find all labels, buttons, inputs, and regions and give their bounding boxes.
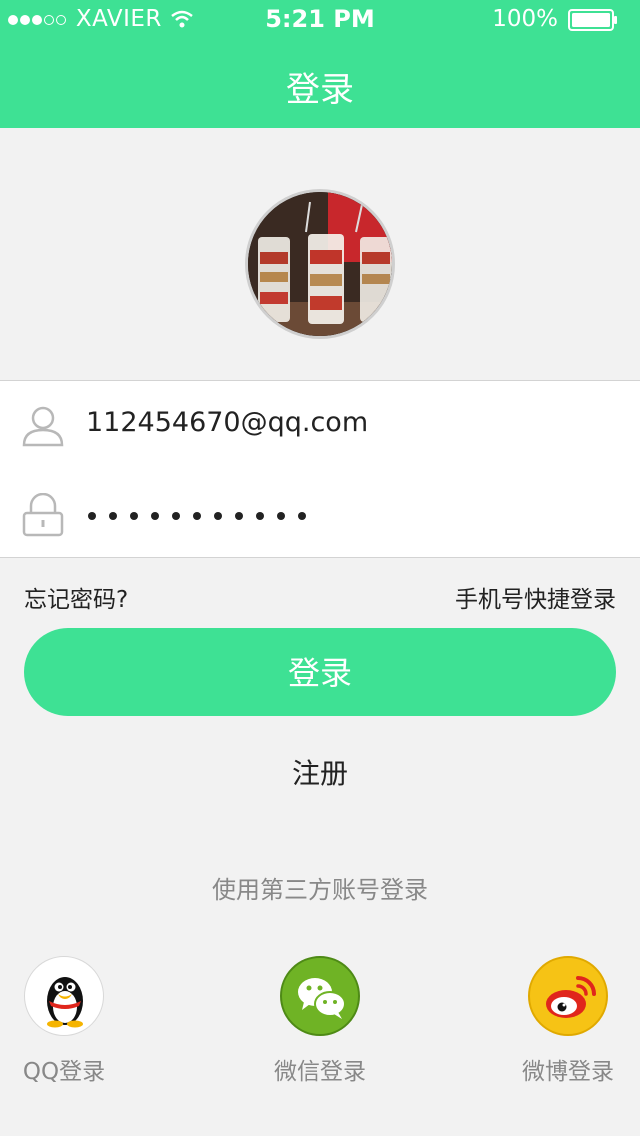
login-button[interactable]: 登录 bbox=[24, 628, 616, 716]
wechat-icon bbox=[280, 956, 360, 1036]
qq-login-button[interactable]: QQ登录 bbox=[4, 956, 124, 1086]
qq-login-label: QQ登录 bbox=[22, 1059, 106, 1085]
username-input[interactable]: 112454670@qq.com bbox=[86, 407, 368, 438]
wechat-login-button[interactable]: 微信登录 bbox=[260, 956, 380, 1086]
username-field[interactable]: 112454670@qq.com bbox=[0, 381, 640, 469]
weibo-icon bbox=[528, 956, 608, 1036]
weibo-login-label: 微博登录 bbox=[522, 1059, 614, 1085]
wechat-login-label: 微信登录 bbox=[274, 1059, 366, 1085]
battery-percent: 100% bbox=[492, 6, 558, 32]
forgot-password-link[interactable]: 忘记密码? bbox=[24, 580, 128, 614]
password-field[interactable] bbox=[0, 471, 640, 559]
register-link[interactable]: 注册 bbox=[0, 752, 640, 792]
phone-login-link[interactable]: 手机号快捷登录 bbox=[455, 580, 616, 614]
weibo-login-button[interactable]: 微博登录 bbox=[508, 956, 628, 1086]
user-icon bbox=[22, 406, 64, 447]
password-input[interactable] bbox=[88, 505, 319, 524]
qq-penguin-icon bbox=[24, 956, 104, 1036]
login-form: 112454670@qq.com bbox=[0, 380, 640, 558]
avatar[interactable] bbox=[245, 189, 395, 339]
app-header: XAVIER 5:21 PM 100% 登录 bbox=[0, 0, 640, 128]
battery-icon bbox=[568, 9, 617, 31]
page-title: 登录 bbox=[286, 70, 354, 110]
dessert-photo bbox=[248, 192, 392, 336]
lock-icon bbox=[22, 493, 64, 537]
third-party-title: 使用第三方账号登录 bbox=[212, 876, 428, 904]
status-bar: XAVIER 5:21 PM 100% bbox=[0, 0, 640, 40]
